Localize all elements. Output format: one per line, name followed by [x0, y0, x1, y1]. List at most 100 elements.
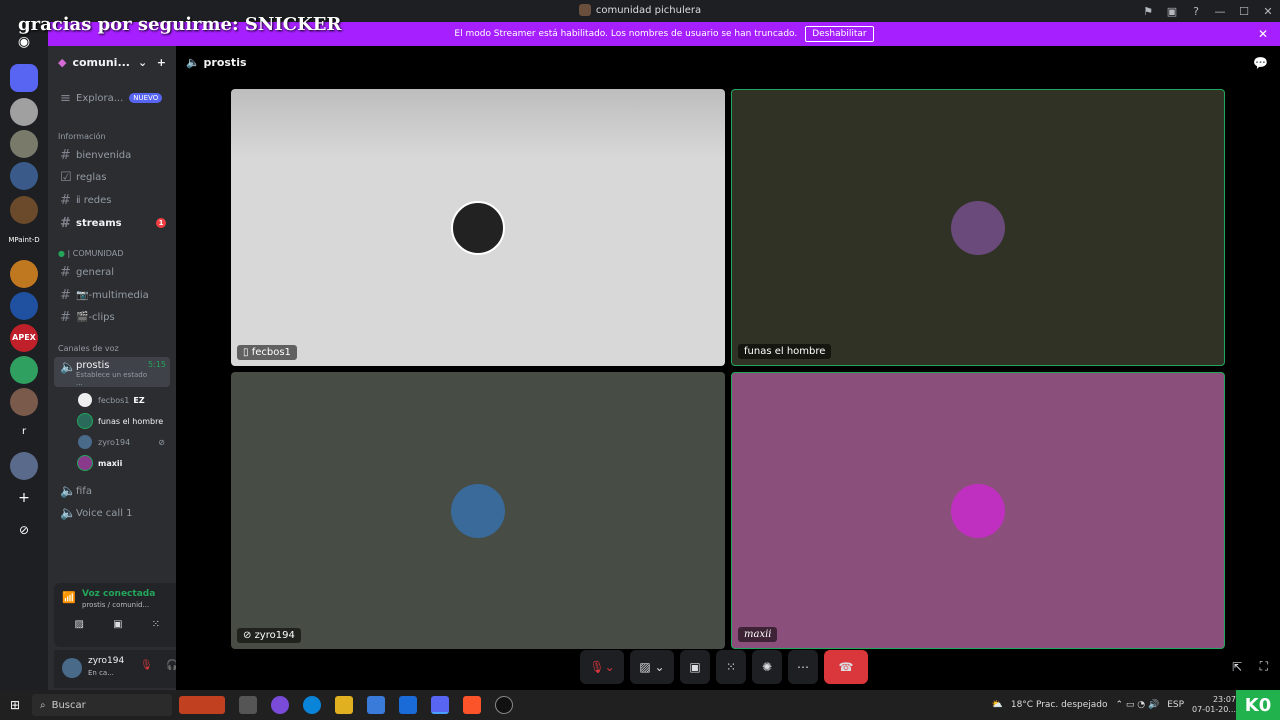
server-header[interactable]: ◆ comuni... ⌄ + — [48, 46, 176, 78]
voice-user-name: funas el hombre — [98, 416, 164, 426]
voice-user-name: fecbos1 — [98, 395, 130, 405]
server-avatar[interactable] — [10, 196, 38, 224]
video-tile[interactable]: funas el hombre — [731, 89, 1225, 366]
avatar — [78, 456, 92, 470]
close-button[interactable]: ✕ — [1256, 5, 1280, 18]
help-icon[interactable]: ? — [1184, 5, 1208, 18]
tile-name: maxii — [738, 627, 778, 642]
store-icon[interactable] — [367, 696, 385, 714]
channel-streams[interactable]: # streams 1 — [54, 213, 170, 233]
server-avatar[interactable] — [10, 98, 38, 126]
soundboard-button[interactable]: ✺ — [752, 650, 782, 684]
explore-label: Explora... — [76, 92, 124, 104]
channel-general[interactable]: # general — [54, 262, 170, 282]
screen-share-button[interactable]: ▣ — [680, 650, 710, 684]
channel-redes[interactable]: # ⅱ redes — [54, 190, 170, 210]
activities-icon[interactable]: ⁙ — [152, 619, 160, 630]
server-label[interactable]: MPaint-D — [0, 236, 48, 244]
server-icon — [578, 4, 591, 16]
mic-muted-icon[interactable]: 🎙 — [140, 660, 153, 671]
server-avatar[interactable] — [10, 130, 38, 158]
fullscreen-icon[interactable]: ⛶ — [1260, 659, 1268, 674]
obs-icon[interactable] — [495, 696, 513, 714]
hash-icon: # — [60, 192, 71, 208]
app-icon[interactable] — [271, 696, 289, 714]
server-avatar[interactable] — [10, 292, 38, 320]
voice-channel-call[interactable]: 🔈 Voice call 1 — [54, 503, 170, 523]
server-avatar[interactable] — [10, 452, 38, 480]
category-voice[interactable]: Canales de voz — [58, 344, 119, 353]
video-tile[interactable]: ⊘ zyro194 — [231, 372, 725, 649]
chat-icon[interactable]: 💬 — [1253, 56, 1268, 70]
voice-user[interactable]: maxii — [78, 454, 122, 472]
category-community[interactable]: ● | COMUNIDAD — [58, 249, 123, 258]
voice-detail[interactable]: prostis / comunid... — [82, 601, 149, 609]
app-icon[interactable] — [179, 696, 225, 714]
discord-taskbar-icon[interactable] — [431, 696, 449, 714]
clock[interactable]: 23:07 07-01-20... — [1192, 695, 1236, 715]
server-avatar[interactable] — [10, 356, 38, 384]
mute-button[interactable]: 🎙⌄ — [580, 650, 624, 684]
explore-channels[interactable]: ≡ Explora... NUEVO — [54, 88, 170, 108]
task-view-icon[interactable] — [239, 696, 257, 714]
signal-icon: 📶 — [62, 591, 76, 604]
dm-icon[interactable] — [10, 64, 38, 92]
hash-icon: # — [60, 309, 71, 325]
mail-icon[interactable] — [399, 696, 417, 714]
screen-share-icon[interactable]: ▣ — [113, 619, 122, 630]
brave-icon[interactable] — [463, 696, 481, 714]
taskbar-search[interactable]: ⌕ Buscar — [32, 694, 172, 716]
voice-user[interactable]: funas el hombre — [78, 412, 163, 430]
close-banner-icon[interactable]: ✕ — [1258, 27, 1268, 41]
weather-text[interactable]: 18°C Prac. despejado — [1011, 700, 1108, 710]
file-explorer-icon[interactable] — [335, 696, 353, 714]
voice-channel-fifa[interactable]: 🔈 fifa — [54, 481, 170, 501]
category-info[interactable]: Información — [58, 132, 106, 141]
voice-user[interactable]: fecbos1 EZ — [78, 391, 145, 409]
server-avatar[interactable] — [10, 388, 38, 416]
flag-icon[interactable]: ⚑ — [1136, 5, 1160, 18]
video-tile[interactable]: maxii — [731, 372, 1225, 649]
edge-icon[interactable] — [303, 696, 321, 714]
server-avatar[interactable] — [10, 260, 38, 288]
camera-off-icon[interactable]: ▨ — [75, 619, 84, 630]
inbox-icon[interactable]: ▣ — [1160, 5, 1184, 18]
tray-icons[interactable]: ⌃ ▭ ◔ 🔊 — [1116, 700, 1160, 710]
add-member-icon[interactable]: + — [157, 56, 166, 69]
disable-button[interactable]: Deshabilitar — [805, 26, 874, 42]
more-button[interactable]: ⋯ — [788, 650, 818, 684]
server-avatar[interactable] — [10, 162, 38, 190]
camera-button[interactable]: ▨ ⌄ — [630, 650, 674, 684]
avatar[interactable] — [62, 658, 82, 678]
discover-icon[interactable]: ⊘ — [10, 516, 38, 544]
avatar — [78, 393, 92, 407]
channel-reglas[interactable]: ☑ reglas — [54, 167, 170, 187]
user-status: En ca... — [88, 669, 114, 677]
weather-icon: ⛅ — [991, 700, 1003, 710]
avatar — [78, 414, 92, 428]
tile-label: zyro194 — [254, 630, 295, 641]
windows-start-icon[interactable]: ⊞ — [10, 698, 20, 712]
avatar — [451, 200, 505, 255]
voice-user[interactable]: zyro194 ⊘ — [78, 433, 165, 451]
server-label[interactable]: r — [0, 426, 48, 437]
channel-multimedia[interactable]: # 📷-multimedia — [54, 285, 170, 305]
channel-bienvenida[interactable]: # bienvenida — [54, 145, 170, 165]
activities-button[interactable]: ⁙ — [716, 650, 746, 684]
hang-up-button[interactable]: ☎ — [824, 650, 868, 684]
voice-channel-prostis[interactable]: 🔈 prostis Establece un estado ... 5:15 — [54, 357, 170, 387]
channel-clips[interactable]: # 🎬-clips — [54, 307, 170, 327]
brand-badge: K0 — [1236, 690, 1280, 720]
globe-icon: ● — [58, 249, 68, 258]
add-server-icon[interactable]: + — [10, 484, 38, 512]
voice-status: Voz conectada — [82, 589, 156, 599]
banner-text: El modo Streamer está habilitado. Los no… — [454, 29, 798, 39]
video-tile[interactable]: ▯ fecbos1 — [231, 89, 725, 366]
maximize-button[interactable]: ☐ — [1232, 5, 1256, 18]
language-indicator[interactable]: ESP — [1167, 700, 1184, 710]
minimize-button[interactable]: — — [1208, 5, 1232, 18]
window-controls: ⚑ ▣ ? — ☐ ✕ — [1136, 0, 1280, 22]
popout-icon[interactable]: ⇱ — [1232, 660, 1242, 674]
tile-name: ▯ fecbos1 — [237, 345, 297, 360]
apex-server-icon[interactable]: APEX — [10, 324, 38, 352]
